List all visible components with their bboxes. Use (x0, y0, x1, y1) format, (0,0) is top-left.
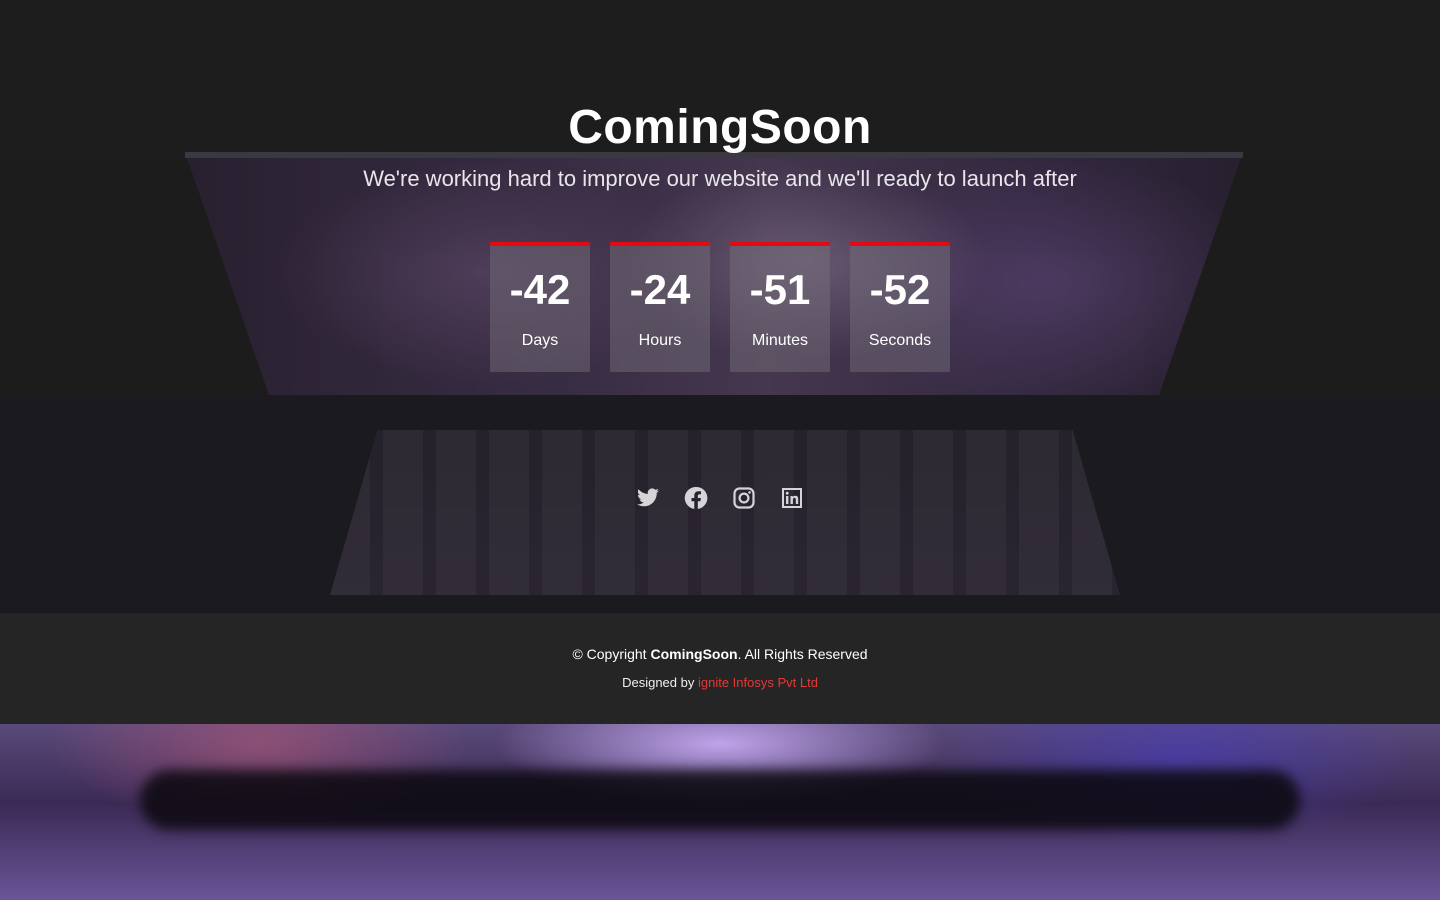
instagram-icon[interactable] (732, 486, 756, 510)
social-links (636, 486, 804, 512)
countdown-hours-value: -24 (629, 266, 691, 313)
countdown-hours: -24 Hours (610, 242, 710, 372)
laptop-base-shadow (140, 770, 1300, 830)
copyright-suffix: . All Rights Reserved (737, 646, 868, 662)
footer: © Copyright ComingSoon. All Rights Reser… (0, 613, 1440, 724)
copyright-text: © Copyright ComingSoon. All Rights Reser… (0, 645, 1440, 663)
countdown-days-value: -42 (509, 266, 571, 313)
countdown-minutes-label: Minutes (751, 332, 809, 349)
countdown-seconds-value: -52 (869, 266, 931, 313)
designer-link[interactable]: ignite Infosys Pvt Ltd (698, 675, 818, 690)
countdown-days-label: Days (521, 332, 559, 349)
countdown-seconds: -52 Seconds (850, 242, 950, 372)
countdown-days: -42 Days (490, 242, 590, 372)
copyright-prefix: © Copyright (572, 646, 651, 662)
laptop-keyboard (330, 430, 1120, 595)
twitter-icon[interactable] (636, 486, 660, 510)
countdown-hours-label: Hours (638, 332, 682, 349)
facebook-icon[interactable] (684, 486, 708, 510)
countdown-minutes: -51 Minutes (730, 242, 830, 372)
countdown-minutes-value: -51 (749, 266, 811, 313)
countdown-seconds-label: Seconds (868, 332, 932, 349)
countdown-timer: -42 Days -24 Hours -51 Minutes -52 Secon… (490, 242, 950, 372)
designed-by-label: Designed by (622, 675, 698, 690)
copyright-brand: ComingSoon (650, 646, 738, 662)
page-subtitle: We're working hard to improve our websit… (363, 166, 1077, 191)
linkedin-icon[interactable] (780, 486, 804, 510)
designer-credit: Designed by ignite Infosys Pvt Ltd (0, 675, 1440, 691)
page-title: ComingSoon (568, 101, 872, 154)
